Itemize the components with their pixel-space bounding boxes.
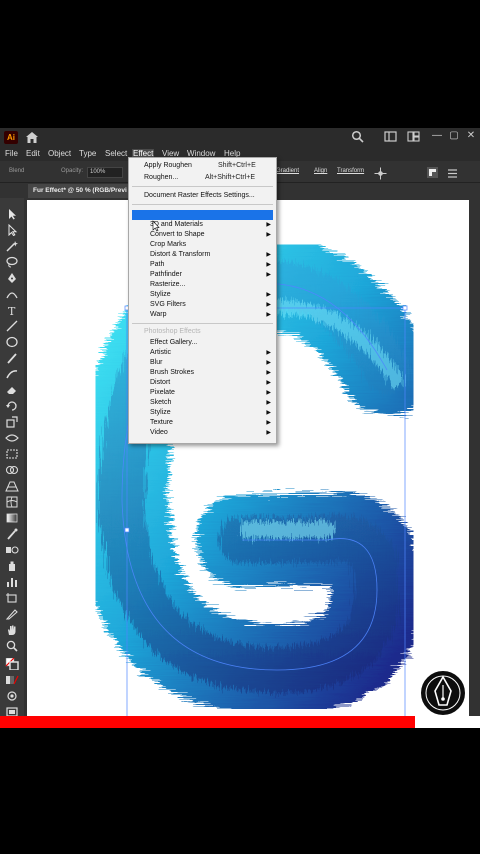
- menu-type[interactable]: Type: [78, 149, 97, 159]
- menu-object[interactable]: Object: [47, 149, 72, 159]
- menu-item-pathfinder[interactable]: Pathfinder ▶: [129, 270, 276, 280]
- perspective-grid-tool-icon[interactable]: [5, 480, 19, 492]
- slice-tool-icon[interactable]: [5, 608, 19, 620]
- maximize-button[interactable]: ▢: [447, 129, 461, 143]
- channel-logo-badge: [419, 669, 467, 717]
- pen-nib-logo-icon: [425, 675, 461, 711]
- arrange-documents-icon[interactable]: [384, 130, 397, 143]
- menu-item-sketch[interactable]: Sketch ▶: [129, 398, 276, 408]
- svg-text:T: T: [8, 305, 16, 316]
- menu-item-stylize[interactable]: Stylize ▶: [129, 290, 276, 300]
- blend-tool-icon[interactable]: [5, 544, 19, 556]
- menu-item-svg-filters[interactable]: SVG Filters ▶: [129, 300, 276, 310]
- menu-file[interactable]: File: [4, 149, 19, 159]
- transform-link[interactable]: Transform: [337, 168, 364, 174]
- menu-item-blur[interactable]: Blur ▶: [129, 358, 276, 368]
- menu-item-artistic[interactable]: Artistic ▶: [129, 348, 276, 358]
- app-logo: Ai: [4, 131, 18, 144]
- menu-item-rasterize[interactable]: Rasterize...: [129, 280, 276, 290]
- curvature-tool-icon[interactable]: [5, 288, 19, 300]
- menu-divider: [132, 204, 273, 205]
- menu-item-crop-marks[interactable]: Crop Marks: [129, 240, 276, 250]
- ellipse-tool-icon[interactable]: [5, 336, 19, 348]
- zoom-tool-icon[interactable]: [5, 640, 19, 652]
- home-icon[interactable]: [24, 130, 40, 145]
- menu-item-warp[interactable]: Warp ▶: [129, 310, 276, 320]
- video-progress-fill: [0, 716, 416, 728]
- gradient-link[interactable]: Gradient: [276, 168, 299, 174]
- selection-tool-icon[interactable]: [5, 208, 19, 220]
- mesh-tool-icon[interactable]: [5, 496, 19, 508]
- effect-menu: Apply Roughen Shift+Ctrl+E Roughen... Al…: [128, 157, 277, 444]
- menu-select[interactable]: Select: [104, 149, 128, 159]
- eraser-tool-icon[interactable]: [5, 384, 19, 396]
- fill-stroke-swatch[interactable]: [5, 658, 19, 670]
- close-button[interactable]: ✕: [464, 129, 478, 143]
- paintbrush-tool-icon[interactable]: [5, 352, 19, 364]
- document-raster-effects-settings-item[interactable]: Document Raster Effects Settings...: [129, 191, 276, 201]
- panel-menu-icon[interactable]: [446, 167, 459, 180]
- isolate-icon[interactable]: [374, 167, 387, 180]
- menu-divider: [132, 323, 273, 324]
- menu-item-distort-transform[interactable]: Distort & Transform ▶: [129, 250, 276, 260]
- pen-mode-icon[interactable]: [426, 166, 439, 179]
- style-label: Blend: [9, 168, 25, 174]
- opacity-input[interactable]: 100%: [87, 167, 123, 178]
- gradient-tool-icon[interactable]: [5, 512, 19, 524]
- align-link[interactable]: Align: [314, 168, 327, 174]
- symbol-sprayer-tool-icon[interactable]: [5, 560, 19, 572]
- type-tool-icon[interactable]: T: [5, 304, 19, 316]
- menu-edit[interactable]: Edit: [25, 149, 41, 159]
- mouse-cursor-icon: [152, 220, 160, 232]
- document-tab-label: Fur Effect* @ 50 % (RGB/Previ: [33, 187, 127, 194]
- apply-roughen-item[interactable]: Apply Roughen Shift+Ctrl+E: [129, 161, 276, 171]
- lasso-tool-icon[interactable]: [5, 256, 19, 268]
- line-tool-icon[interactable]: [5, 320, 19, 332]
- workspace-switcher-icon[interactable]: [407, 130, 420, 143]
- width-tool-icon[interactable]: [5, 432, 19, 444]
- free-transform-tool-icon[interactable]: [5, 448, 19, 460]
- photoshop-effects-header: Photoshop Effects: [144, 328, 201, 335]
- column-graph-tool-icon[interactable]: [5, 576, 19, 588]
- roughen-item[interactable]: Roughen... Alt+Shift+Ctrl+E: [129, 173, 276, 183]
- direct-selection-tool-icon[interactable]: [5, 224, 19, 236]
- menu-divider: [132, 186, 273, 187]
- menu-item-texture[interactable]: Texture ▶: [129, 418, 276, 428]
- eyedropper-tool-icon[interactable]: [5, 528, 19, 540]
- menu-item-effect-gallery[interactable]: Effect Gallery...: [129, 338, 276, 348]
- title-bar: Ai — ▢ ✕: [0, 128, 480, 147]
- menu-item-pixelate[interactable]: Pixelate ▶: [129, 388, 276, 398]
- shaper-tool-icon[interactable]: [5, 368, 19, 380]
- menu-item-brush-strokes[interactable]: Brush Strokes ▶: [129, 368, 276, 378]
- scale-tool-icon[interactable]: [5, 416, 19, 428]
- minimize-button[interactable]: —: [430, 129, 444, 143]
- menu-item-photoshop-stylize[interactable]: Stylize ▶: [129, 408, 276, 418]
- illustrator-effects-header-highlight: [132, 210, 273, 220]
- pen-tool-icon[interactable]: [5, 272, 19, 284]
- color-mode-icon[interactable]: [5, 674, 19, 686]
- opacity-label: Opacity:: [61, 168, 84, 174]
- illustrator-window: Ai — ▢ ✕ File Edit Object Type Select Ef…: [0, 128, 480, 728]
- menu-item-distort[interactable]: Distort ▶: [129, 378, 276, 388]
- shape-builder-tool-icon[interactable]: [5, 464, 19, 476]
- artboard-tool-icon[interactable]: [5, 592, 19, 604]
- search-icon[interactable]: [351, 130, 364, 143]
- tools-panel: T: [0, 198, 24, 728]
- menu-item-path[interactable]: Path ▶: [129, 260, 276, 270]
- menu-item-video[interactable]: Video ▶: [129, 428, 276, 438]
- rotate-tool-icon[interactable]: [5, 400, 19, 412]
- document-tab[interactable]: Fur Effect* @ 50 % (RGB/Previ: [28, 184, 140, 198]
- draw-mode-icon[interactable]: [5, 690, 19, 702]
- hand-tool-icon[interactable]: [5, 624, 19, 636]
- magic-wand-tool-icon[interactable]: [5, 240, 19, 252]
